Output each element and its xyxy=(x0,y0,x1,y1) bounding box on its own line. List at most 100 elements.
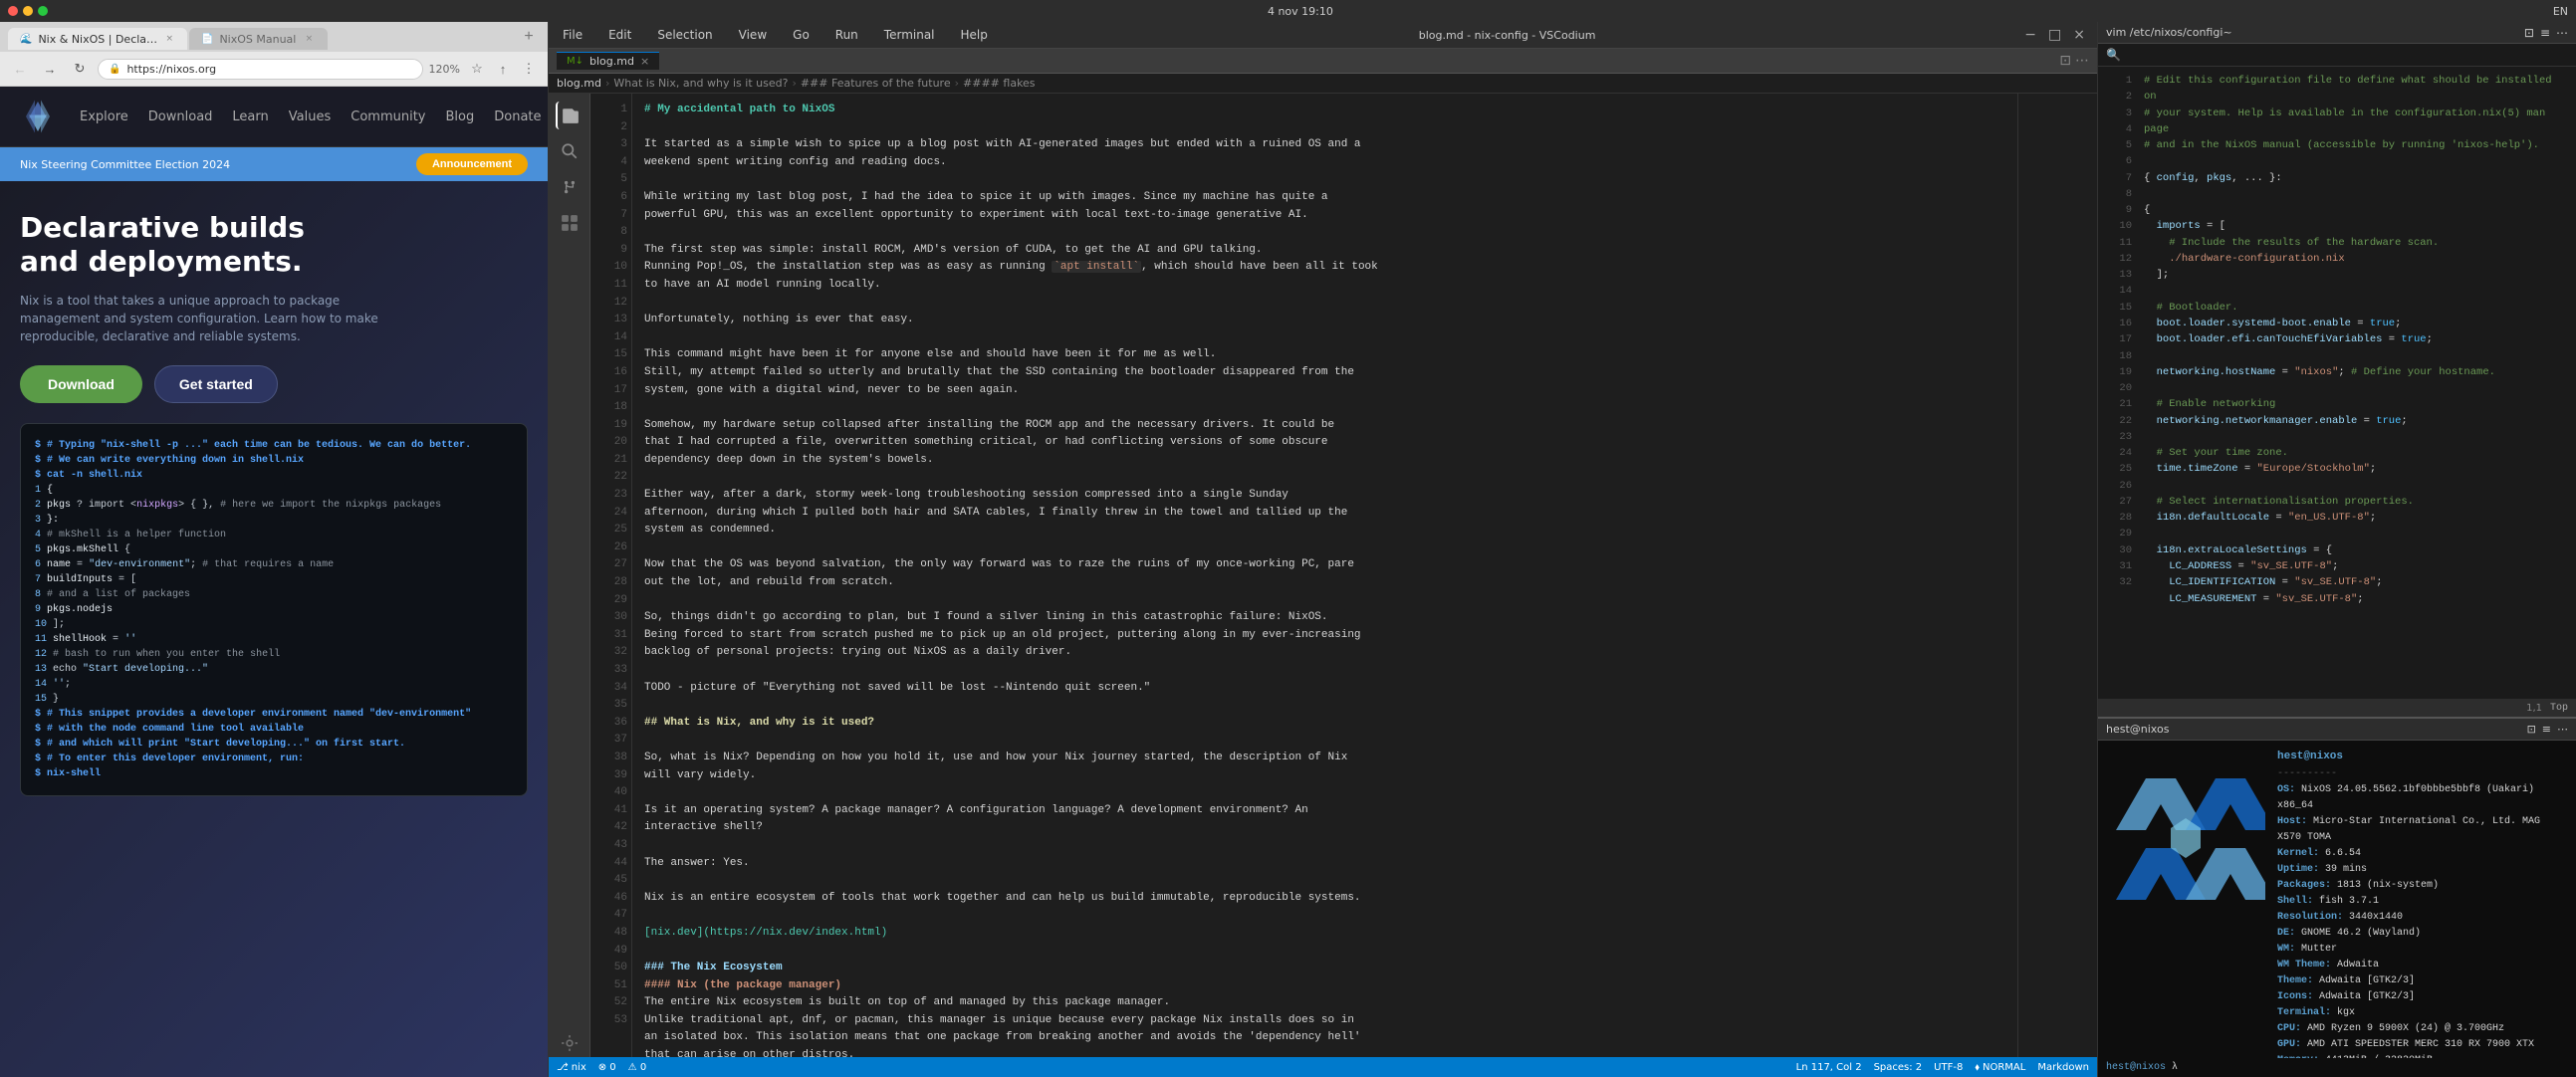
url-bar[interactable]: 🔒 https://nixos.org xyxy=(98,59,423,80)
git-icon[interactable] xyxy=(556,173,584,201)
search-sidebar-icon[interactable] xyxy=(556,137,584,165)
extensions-icon[interactable] xyxy=(556,209,584,237)
minimize-traffic-light[interactable] xyxy=(23,6,33,16)
close-traffic-light[interactable] xyxy=(8,6,18,16)
vim-line-c3: # and in the NixOS manual (accessible by… xyxy=(2144,137,2568,153)
editor-line-p7: to have an AI model running locally. xyxy=(644,277,2005,295)
minimize-editor[interactable]: − xyxy=(2020,27,2040,43)
editor-line-p16: afternoon, during which I pulled both ha… xyxy=(644,505,2005,523)
vim-more-icon[interactable]: ⋯ xyxy=(2556,26,2568,40)
vim-line-numbers: 1234567891011121314151617181920212223242… xyxy=(2098,67,2136,699)
get-started-button[interactable]: Get started xyxy=(154,365,278,403)
browser-tab-nixos[interactable]: 🌊 Nix & NixOS | Declarative ... × xyxy=(8,28,187,50)
star-button[interactable]: ☆ xyxy=(466,58,488,80)
vim-line-c6: # Enable networking xyxy=(2144,396,2568,412)
share-button[interactable]: ↑ xyxy=(492,58,514,80)
nav-explore[interactable]: Explore xyxy=(80,109,128,124)
editor-line-p21: Being forced to start from scratch pushe… xyxy=(644,627,2005,645)
nav-learn[interactable]: Learn xyxy=(232,109,268,124)
tab-close-manual[interactable]: × xyxy=(302,32,316,46)
code-line-12: 9 pkgs.nodejs xyxy=(35,602,513,617)
menu-terminal[interactable]: Terminal xyxy=(878,26,941,44)
maximize-editor[interactable]: □ xyxy=(2044,27,2065,43)
new-tab-button[interactable]: + xyxy=(518,26,540,48)
neofetch-username-line: hest@nixos xyxy=(2277,749,2568,766)
editor-line-p5: The first step was simple: install ROCM,… xyxy=(644,242,2005,260)
forward-button[interactable]: → xyxy=(38,57,62,81)
vim-line-5: { config, pkgs, ... }: xyxy=(2144,170,2568,186)
code-line-22: $ # To enter this developer environment,… xyxy=(35,752,513,766)
tab-close-blog[interactable]: × xyxy=(640,55,649,68)
vim-text-content: # Edit this configuration file to define… xyxy=(2136,67,2576,699)
neofetch-info-os: OS: NixOS 24.05.5562.1bf0bbbe5bbf8 (Uaka… xyxy=(2277,782,2568,814)
download-button[interactable]: Download xyxy=(20,365,142,403)
editor-line-p25: will vary widely. xyxy=(644,767,2005,785)
vim-split-icon[interactable]: ⊡ xyxy=(2524,26,2534,40)
menu-help[interactable]: Help xyxy=(955,26,994,44)
editor-line-blank-3 xyxy=(644,224,2005,242)
status-errors: ⊗ 0 xyxy=(598,1062,616,1073)
editor-line-p10: Still, my attempt failed so utterly and … xyxy=(644,364,2005,382)
md-icon: M↓ xyxy=(567,56,584,67)
nixos-logo xyxy=(20,99,56,134)
nav-donate[interactable]: Donate xyxy=(494,109,541,124)
vim-menu-icon[interactable]: ≡ xyxy=(2540,26,2550,40)
nav-values[interactable]: Values xyxy=(289,109,331,124)
editor-topbar: File Edit Selection View Go Run Terminal… xyxy=(549,22,2097,49)
menu-selection[interactable]: Selection xyxy=(651,26,718,44)
explorer-icon[interactable] xyxy=(556,102,584,129)
code-line-9: 6 name = "dev-environment"; # that requi… xyxy=(35,557,513,572)
vim-line-17: networking.hostName = "nixos"; # Define … xyxy=(2144,364,2568,380)
menu-edit[interactable]: Edit xyxy=(602,26,637,44)
vim-line-blank-4 xyxy=(2144,348,2568,364)
hero-buttons: Download Get started xyxy=(20,365,528,403)
code-line-23: $ nix-shell xyxy=(35,766,513,781)
nav-blog[interactable]: Blog xyxy=(446,109,475,124)
back-button[interactable]: ← xyxy=(8,57,32,81)
settings-icon[interactable] xyxy=(556,1029,584,1057)
more-actions-icon[interactable]: ⋯ xyxy=(2075,53,2089,69)
neofetch-logo xyxy=(2106,749,2265,1050)
menu-run[interactable]: Run xyxy=(829,26,864,44)
tab-close-nixos[interactable]: × xyxy=(163,32,175,46)
editor-line-p4: powerful GPU, this was an excellent oppo… xyxy=(644,207,2005,225)
topbar-center: 4 nov 19:10 xyxy=(60,5,2541,18)
editor-line-blank-5 xyxy=(644,329,2005,347)
editor-line-p19: out the lot, and rebuild from scratch. xyxy=(644,574,2005,592)
nav-download[interactable]: Download xyxy=(148,109,213,124)
neofetch-toolbar-actions: ⊡ ≡ ⋯ xyxy=(2527,723,2568,736)
editor-line-p22: backlog of personal projects: trying out… xyxy=(644,644,2005,662)
menu-view[interactable]: View xyxy=(733,26,773,44)
vim-search-input[interactable] xyxy=(2127,49,2568,61)
menu-go[interactable]: Go xyxy=(787,26,816,44)
neofetch-info-cpu: CPU: AMD Ryzen 9 5900X (24) @ 3.700GHz xyxy=(2277,1021,2568,1037)
editor-line-p12: Somehow, my hardware setup collapsed aft… xyxy=(644,417,2005,435)
vim-line-14: boot.loader.systemd-boot.enable = true; xyxy=(2144,316,2568,331)
vim-search-bar: 🔍 xyxy=(2098,44,2576,67)
neofetch-more-icon[interactable]: ⋯ xyxy=(2557,723,2568,736)
editor-line-p24: So, what is Nix? Depending on how you ho… xyxy=(644,750,2005,767)
browser-tab-manual[interactable]: 📄 NixOS Manual × xyxy=(189,28,328,50)
editor-tab-blog[interactable]: M↓ blog.md × xyxy=(557,52,659,70)
neofetch-menu-icon[interactable]: ≡ xyxy=(2542,723,2551,736)
editor-line-h3-1: ### The Nix Ecosystem xyxy=(644,960,2005,977)
nav-community[interactable]: Community xyxy=(351,109,425,124)
editor-line-blank-8 xyxy=(644,539,2005,557)
vim-title: vim /etc/nixos/configi~ xyxy=(2106,26,2232,39)
editor-line-p20: So, things didn't go according to plan, … xyxy=(644,609,2005,627)
status-spaces: Spaces: 2 xyxy=(1874,1062,1923,1073)
menu-button[interactable]: ⋮ xyxy=(518,58,540,80)
neofetch-split-icon[interactable]: ⊡ xyxy=(2527,723,2536,736)
refresh-button[interactable]: ↻ xyxy=(68,57,92,81)
vim-line-blank-8 xyxy=(2144,526,2568,541)
announcement-text: Nix Steering Committee Election 2024 xyxy=(20,158,230,171)
split-editor-icon[interactable]: ⊡ xyxy=(2059,53,2071,69)
editor-line-p6: Running Pop!_OS, the installation step w… xyxy=(644,259,2005,277)
editor-content-area: 1234567891011121314151617181920212223242… xyxy=(590,94,2097,1057)
vim-panel: vim /etc/nixos/configi~ ⊡ ≡ ⋯ 🔍 12345678… xyxy=(2098,22,2576,719)
announcement-button[interactable]: Announcement xyxy=(416,153,528,175)
vim-line-blank-3 xyxy=(2144,283,2568,299)
close-editor[interactable]: × xyxy=(2069,27,2089,43)
menu-file[interactable]: File xyxy=(557,26,588,44)
maximize-traffic-light[interactable] xyxy=(38,6,48,16)
